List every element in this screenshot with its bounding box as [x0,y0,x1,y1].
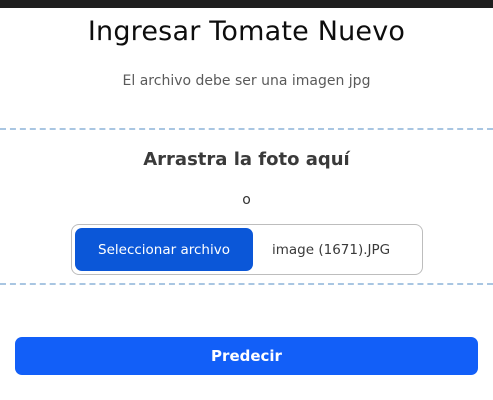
predict-button[interactable]: Predecir [15,337,478,375]
page-title: Ingresar Tomate Nuevo [87,16,406,47]
page-subtitle: El archivo debe ser una imagen jpg [122,73,371,89]
drop-zone[interactable]: Arrastra la foto aquí o Seleccionar arch… [0,128,493,285]
file-picker[interactable]: Seleccionar archivo image (1671).JPG [71,224,423,275]
choose-file-button[interactable]: Seleccionar archivo [75,228,253,271]
drop-zone-title: Arrastra la foto aquí [143,149,350,170]
drop-zone-or-text: o [242,192,251,208]
window-top-bar [0,0,493,8]
selected-file-name: image (1671).JPG [272,241,391,258]
